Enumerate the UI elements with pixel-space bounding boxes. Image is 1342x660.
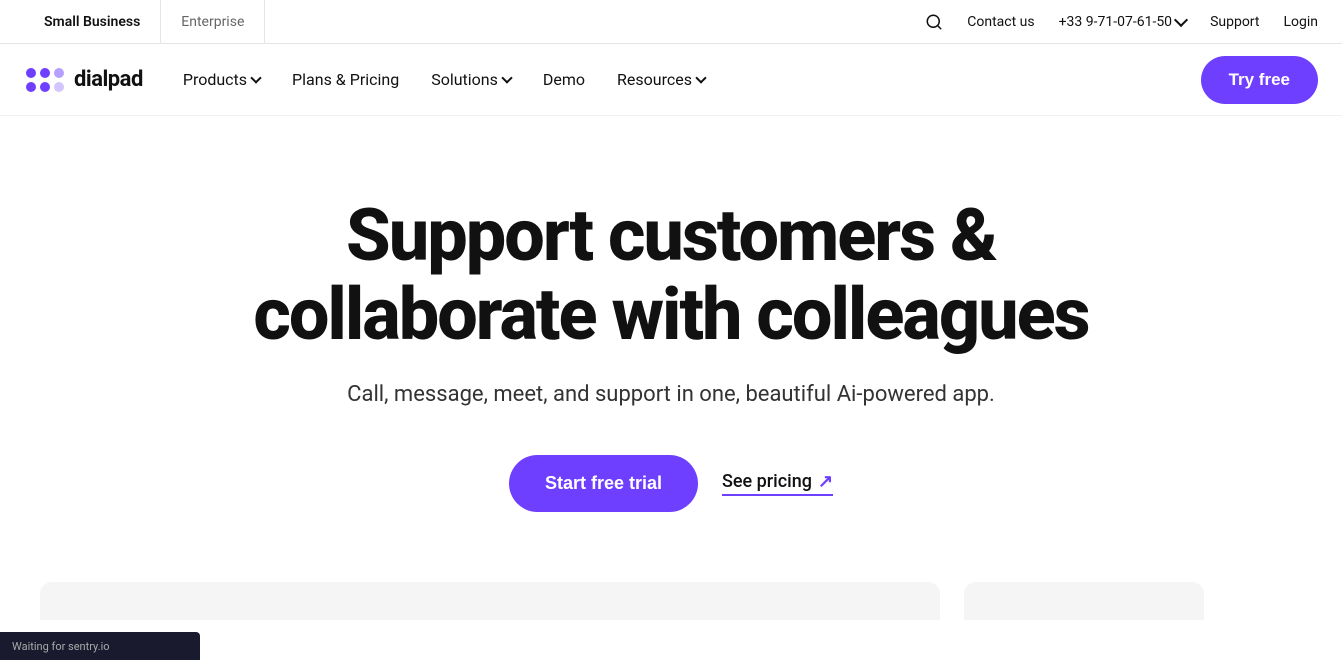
arrow-icon: ↗ <box>818 471 833 492</box>
phone-chevron-icon <box>1174 13 1188 27</box>
hero-title: Support customers & collaborate with col… <box>253 196 1088 354</box>
logo[interactable]: dialpad <box>24 66 143 94</box>
hero-cta: Start free trial See pricing ↗ <box>509 455 833 512</box>
top-bar-tabs: Small Business Enterprise <box>24 0 265 44</box>
support-link[interactable]: Support <box>1210 14 1259 30</box>
resources-chevron-icon <box>695 72 706 83</box>
nav-resources[interactable]: Resources <box>617 70 705 89</box>
hero-section: Support customers & collaborate with col… <box>0 116 1342 572</box>
hero-subtitle: Call, message, meet, and support in one,… <box>347 382 995 407</box>
logo-text: dialpad <box>74 67 143 92</box>
start-free-trial-button[interactable]: Start free trial <box>509 455 698 512</box>
see-pricing-link[interactable]: See pricing ↗ <box>722 471 833 496</box>
top-bar-actions: Contact us +33 9-71-07-61-50 Support Log… <box>925 13 1318 31</box>
products-chevron-icon <box>250 72 261 83</box>
bottom-card-left <box>40 582 940 620</box>
search-icon[interactable] <box>925 13 943 31</box>
status-text: Waiting for sentry.io <box>12 640 110 653</box>
contact-us-link[interactable]: Contact us <box>967 14 1034 30</box>
main-nav: dialpad Products Plans & Pricing Solutio… <box>0 44 1342 116</box>
nav-demo[interactable]: Demo <box>543 70 585 89</box>
nav-products[interactable]: Products <box>183 70 260 89</box>
nav-solutions[interactable]: Solutions <box>431 70 511 89</box>
bottom-cards-row <box>0 582 1342 620</box>
try-free-button[interactable]: Try free <box>1201 56 1318 104</box>
tab-enterprise[interactable]: Enterprise <box>161 0 265 44</box>
bottom-card-right <box>964 582 1204 620</box>
login-link[interactable]: Login <box>1283 14 1318 30</box>
nav-links: Products Plans & Pricing Solutions Demo … <box>183 70 705 89</box>
solutions-chevron-icon <box>501 72 512 83</box>
top-bar: Small Business Enterprise Contact us +33… <box>0 0 1342 44</box>
tab-small-business[interactable]: Small Business <box>24 0 161 44</box>
logo-icon <box>24 66 66 94</box>
status-bar: Waiting for sentry.io <box>0 632 200 660</box>
nav-left: dialpad Products Plans & Pricing Solutio… <box>24 66 705 94</box>
nav-plans-pricing[interactable]: Plans & Pricing <box>292 70 399 89</box>
phone-number[interactable]: +33 9-71-07-61-50 <box>1059 14 1186 30</box>
